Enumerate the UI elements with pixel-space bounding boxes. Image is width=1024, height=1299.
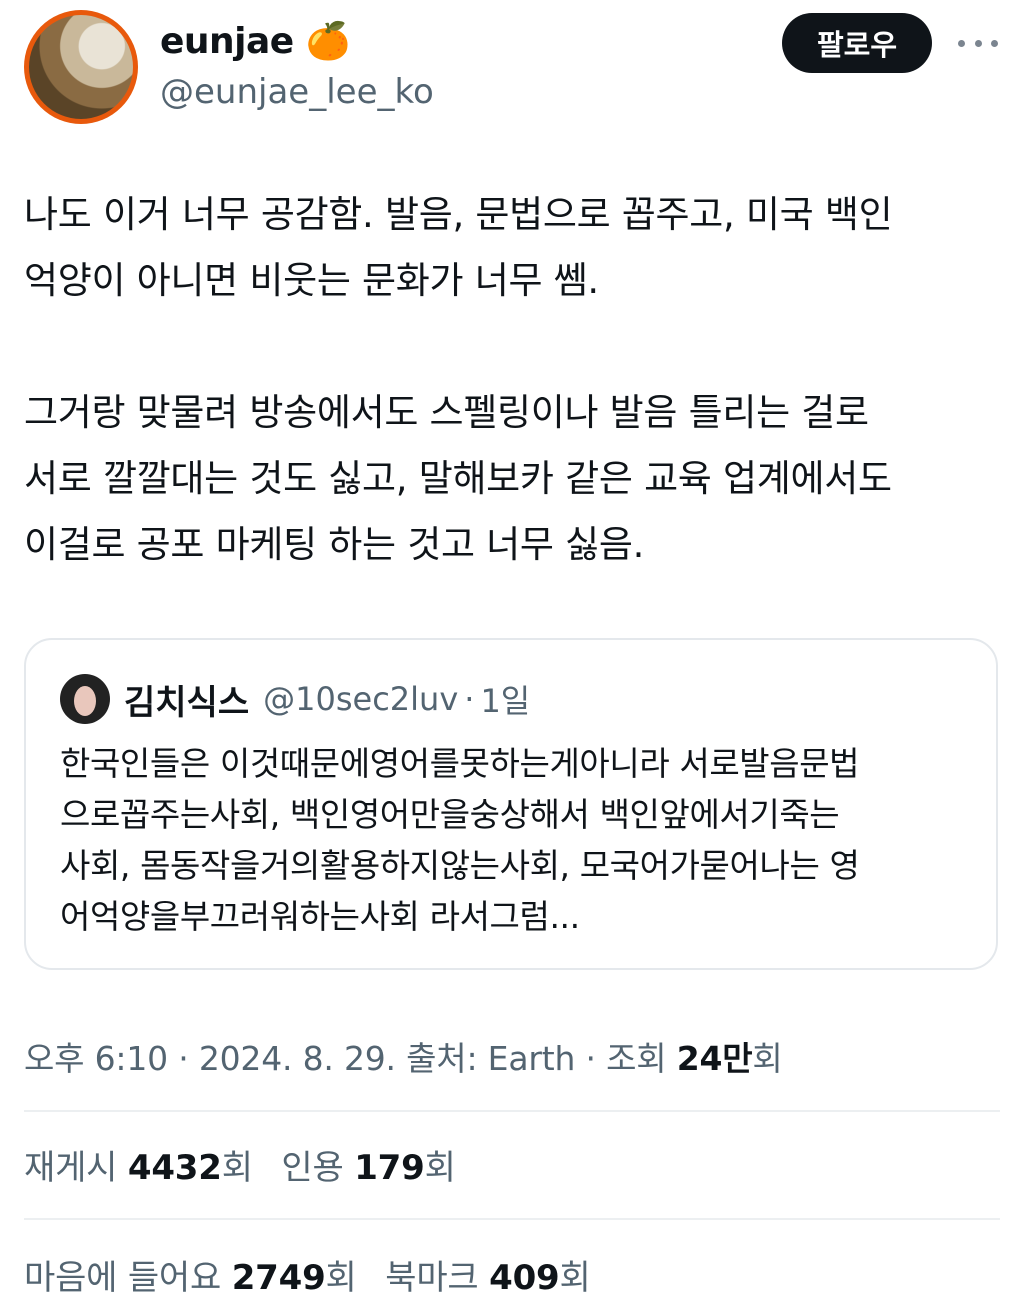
quote-body: 한국인들은 이것때문에영어를못하는게아니라 서로발음문법 으로꼽주는사회, 백인…: [60, 738, 860, 942]
author-handle[interactable]: @eunjae_lee_ko: [160, 72, 434, 112]
divider: [24, 1110, 1000, 1112]
likes-stat[interactable]: 마음에 들어요 2749회: [24, 1258, 367, 1298]
tweet-line: [24, 314, 1004, 380]
engagement-row-2: 마음에 들어요 2749회 북마크 409회: [24, 1250, 609, 1299]
views-suffix: 회: [752, 1039, 783, 1078]
reposts-stat[interactable]: 재게시 4432회: [24, 1148, 263, 1188]
quoted-tweet-card[interactable]: 김치식스 @10sec2luv · 1일 한국인들은 이것때문에영어를못하는게아…: [24, 638, 998, 970]
tweet-body: 나도 이거 너무 공감함. 발음, 문법으로 꼽주고, 미국 백인 억양이 아니…: [24, 182, 1004, 578]
author-name-text: eunjae: [160, 21, 294, 62]
views-value: 24만: [676, 1039, 753, 1078]
quote-author-name: 김치식스: [124, 682, 250, 723]
quote-line: 으로꼽주는사회, 백인영어만을숭상해서 백인앞에서기죽는: [60, 795, 840, 834]
quote-author-avatar: [60, 674, 110, 724]
quote-header: 김치식스 @10sec2luv · 1일: [124, 674, 530, 724]
quote-line: 사회, 몸동작을거의활용하지않는사회, 모국어가묻어나는 영: [60, 846, 860, 885]
author-display-name[interactable]: eunjae 🍊: [160, 20, 351, 62]
cat-photo: [29, 15, 133, 119]
follow-button[interactable]: 팔로우: [782, 13, 932, 73]
quotes-stat[interactable]: 인용 179회: [281, 1148, 455, 1188]
tweet-line: 서로 깔깔대는 것도 싫고, 말해보카 같은 교육 업계에서도: [24, 457, 892, 500]
tweet-date[interactable]: 2024. 8. 29.: [199, 1039, 396, 1078]
tweet-line: 이걸로 공포 마케팅 하는 것고 너무 싫음.: [24, 523, 645, 566]
quote-line: 어억양을부끄러워하는사회 라서그럼...: [60, 897, 580, 936]
tweet-meta: 오후 6:10 · 2024. 8. 29. 출처: Earth · 조회 24…: [24, 1039, 783, 1078]
quote-time: 1일: [480, 682, 531, 720]
tweet-line: 나도 이거 너무 공감함. 발음, 문법으로 꼽주고, 미국 백인: [24, 193, 893, 236]
more-options-icon[interactable]: [958, 36, 998, 50]
quote-author-handle: @10sec2luv: [263, 680, 459, 718]
bookmarks-stat[interactable]: 북마크 409회: [385, 1258, 591, 1298]
quote-separator: ·: [464, 680, 475, 718]
tweet-header: eunjae 🍊 @eunjae_lee_ko 팔로우: [0, 0, 1024, 140]
tweet-source: 출처: Earth: [406, 1039, 576, 1078]
author-avatar[interactable]: [24, 10, 138, 124]
views-label: 조회: [606, 1039, 667, 1078]
tweet-line: 그거랑 맞물려 방송에서도 스펠링이나 발음 틀리는 걸로: [24, 391, 869, 434]
quote-line: 한국인들은 이것때문에영어를못하는게아니라 서로발음문법: [60, 744, 860, 783]
divider: [24, 1218, 1000, 1220]
engagement-row-1: 재게시 4432회 인용 179회: [24, 1140, 474, 1189]
tangerine-emoji: 🍊: [305, 21, 351, 62]
tweet-time[interactable]: 오후 6:10: [24, 1039, 168, 1078]
tweet-line: 억양이 아니면 비웃는 문화가 너무 쎔.: [24, 259, 599, 302]
